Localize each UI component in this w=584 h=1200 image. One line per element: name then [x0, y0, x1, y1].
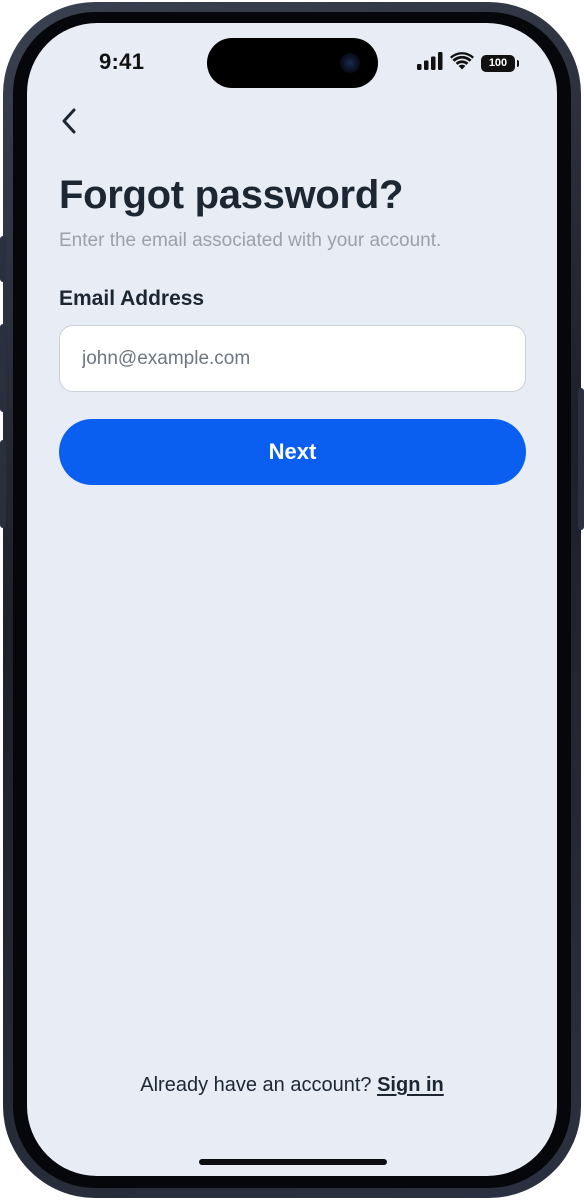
volume-down-button: [0, 440, 6, 528]
battery-icon: 100: [481, 55, 519, 72]
sign-in-link[interactable]: Sign in: [377, 1074, 444, 1096]
wifi-icon: [450, 52, 474, 75]
front-camera-icon: [340, 53, 360, 73]
page-title: Forgot password?: [59, 173, 404, 217]
footer-prompt-text: Already have an account?: [140, 1074, 378, 1096]
signal-icon: [417, 52, 443, 75]
page-subtitle: Enter the email associated with your acc…: [59, 230, 442, 251]
app-screen: 9:41 100 Forgot password? Enter the emai…: [27, 23, 557, 1176]
next-button[interactable]: Next: [59, 419, 526, 485]
email-label: Email Address: [59, 287, 205, 310]
action-button: [0, 236, 6, 282]
dynamic-island: [207, 38, 378, 88]
battery-level: 100: [488, 57, 508, 69]
status-time: 9:41: [99, 49, 145, 74]
home-indicator[interactable]: [199, 1159, 387, 1165]
status-icons: 100: [417, 52, 519, 75]
email-input[interactable]: [59, 325, 526, 392]
volume-up-button: [0, 324, 6, 412]
chevron-left-icon: [60, 107, 78, 140]
sign-in-prompt: Already have an account? Sign in: [27, 1074, 557, 1097]
side-power-button: [578, 388, 584, 530]
back-button[interactable]: [51, 105, 87, 141]
